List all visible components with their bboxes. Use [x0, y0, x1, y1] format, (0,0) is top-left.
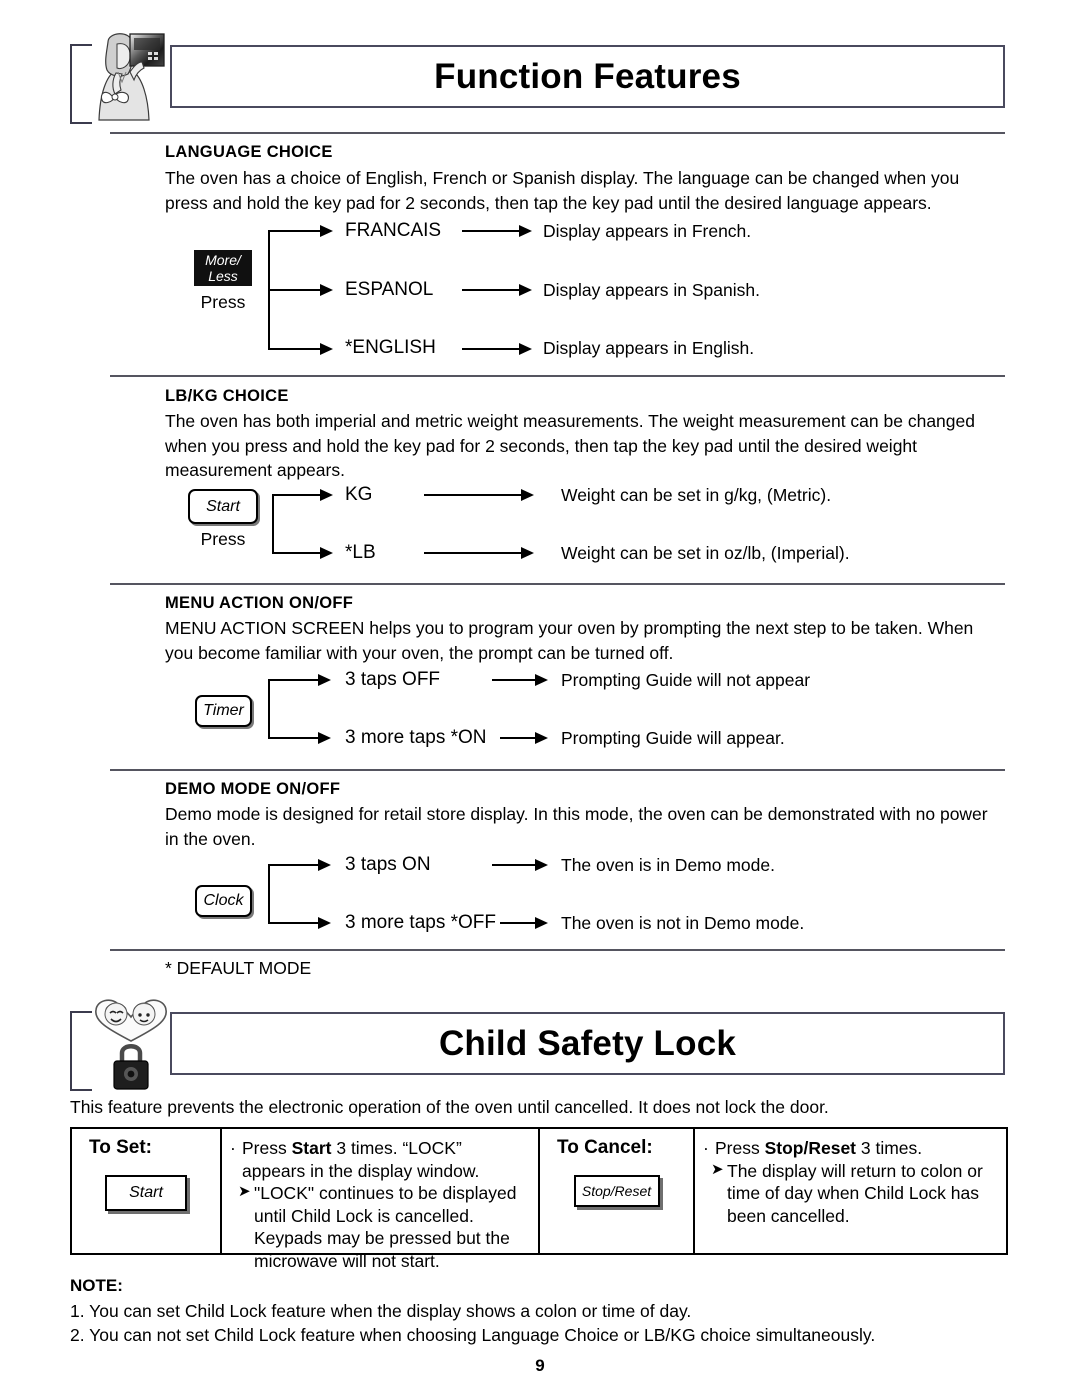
flow-result-english: Display appears in English.	[543, 338, 755, 358]
section-rule	[110, 375, 1005, 377]
to-set-sub-cont-1: until Child Lock is cancelled.	[254, 1205, 474, 1226]
keypad-more-less-line2: Less	[208, 268, 238, 284]
to-set-bullet-1: · Press Start 3 times. “LOCK”	[230, 1137, 532, 1160]
keypad-stop-reset[interactable]: Stop/Reset	[573, 1175, 660, 1207]
flow-branch	[268, 289, 302, 291]
child-lock-intro: This feature prevents the electronic ope…	[70, 1097, 829, 1117]
to-set-sub-1: ➤ "LOCK" continues to be displayed	[230, 1182, 532, 1205]
flow-option-lb: *LB	[345, 542, 376, 563]
keypad-more-less[interactable]: More/ Less	[194, 250, 252, 286]
section-body-demo-mode: Demo mode is designed for retail store d…	[165, 804, 988, 849]
flow-branch	[268, 864, 300, 866]
flow-result-espanol: Display appears in Spanish.	[543, 280, 760, 300]
keypad-clock[interactable]: Clock	[195, 885, 252, 917]
arrow-right-icon: ➤	[238, 1183, 251, 1200]
to-cancel-instructions: · Press Stop/Reset 3 times. ➤ The display …	[703, 1137, 1000, 1227]
to-set-bullet-pre: Press	[242, 1138, 292, 1158]
to-set-instructions-cell: · Press Start 3 times. “LOCK” appears in …	[222, 1129, 540, 1271]
section-rule	[110, 132, 1005, 134]
to-set-bullet-cont: appears in the display window.	[242, 1160, 480, 1181]
flow-option-espanol: ESPANOL	[345, 279, 434, 300]
keypad-more-less-line1: More/	[205, 252, 241, 268]
to-set-sub-cont-2: Keypads may be pressed but the	[254, 1228, 510, 1248]
to-set-bullet-bold: Start	[291, 1138, 332, 1158]
section-heading-language-choice: LANGUAGE CHOICE	[165, 143, 333, 161]
heart-children-padlock-illustration	[95, 999, 167, 1090]
flow-spine	[268, 864, 270, 923]
flow-branch	[268, 679, 300, 681]
flow-option-demo-off: 3 more taps *OFF	[345, 912, 496, 933]
flow-result-kg: Weight can be set in g/kg, (Metric).	[561, 485, 832, 505]
section-rule	[110, 949, 1005, 951]
to-cancel-bullet-pre: Press	[715, 1138, 765, 1158]
bullet-dot-icon: ·	[703, 1138, 709, 1158]
to-cancel-sub-1: ➤ The display will return to colon or	[703, 1160, 1000, 1183]
flow-result-more-taps-on: Prompting Guide will appear.	[561, 728, 785, 748]
to-cancel-button-wrap: Stop/Reset	[540, 1175, 693, 1207]
flow-result-lb: Weight can be set in oz/lb, (Imperial).	[561, 543, 850, 563]
flow-option-francais: FRANCAIS	[345, 220, 442, 241]
flow-branch	[268, 230, 302, 232]
to-cancel-sub-cont-2: been cancelled.	[727, 1205, 850, 1226]
to-cancel-bullet-1: · Press Stop/Reset 3 times.	[703, 1137, 1000, 1160]
flow-option-english: *ENGLISH	[345, 337, 436, 358]
to-set-sub-cont-3: microwave will not start.	[254, 1250, 440, 1271]
page-title: Function Features	[434, 57, 741, 96]
flow-option-taps-off: 3 taps OFF	[345, 669, 441, 690]
section-heading-menu-action: MENU ACTION ON/OFF	[165, 594, 354, 612]
flow-spine	[268, 679, 270, 738]
section-heading-lb-kg: LB/KG CHOICE	[165, 387, 289, 405]
default-mode-note: * DEFAULT MODE	[165, 958, 312, 978]
flow-result-francais: Display appears in French.	[543, 221, 752, 241]
bullet-dot-icon: ·	[230, 1138, 236, 1158]
to-set-button-wrap: Start	[72, 1175, 220, 1211]
flow-branch	[268, 348, 302, 350]
flow-branch	[268, 737, 300, 739]
child-lock-title: Child Safety Lock	[438, 1024, 737, 1063]
to-set-sub-text: "LOCK" continues to be displayed	[254, 1183, 517, 1203]
page-number: 9	[535, 1356, 545, 1375]
press-label-language: Press	[200, 292, 246, 312]
flow-branch	[272, 494, 302, 496]
section-body-menu-action: MENU ACTION SCREEN helps you to program …	[165, 618, 974, 663]
to-cancel-bullet-bold: Stop/Reset	[764, 1138, 857, 1158]
section-rule	[110, 583, 1005, 585]
to-cancel-bullet-post: 3 times.	[856, 1138, 923, 1158]
to-cancel-instructions-cell: · Press Stop/Reset 3 times. ➤ The display …	[695, 1129, 1006, 1253]
arrow-right-icon: ➤	[711, 1160, 724, 1178]
child-lock-table: To Set: Start · Press Start 3 times. “LOC…	[70, 1127, 1008, 1271]
keypad-timer[interactable]: Timer	[195, 695, 252, 727]
section-rule	[110, 769, 1005, 771]
to-set-bullet-post: 3 times. “LOCK”	[331, 1138, 462, 1158]
to-set-title: To Set:	[89, 1137, 152, 1158]
to-set-instructions: · Press Start 3 times. “LOCK” appears in …	[230, 1137, 532, 1272]
flow-option-demo-on: 3 taps ON	[345, 854, 431, 875]
note-item-2: 2. You can not set Child Lock feature wh…	[70, 1325, 876, 1345]
note-item-1: 1. You can set Child Lock feature when t…	[70, 1301, 692, 1321]
to-set-label-cell: To Set: Start	[72, 1129, 222, 1253]
keypad-start-lbkg[interactable]: Start	[188, 489, 258, 524]
flow-spine	[272, 494, 274, 553]
section-body-lb-kg: The oven has both imperial and metric we…	[165, 411, 975, 480]
to-cancel-title: To Cancel:	[557, 1137, 653, 1158]
to-cancel-sub-text: The display will return to colon or	[727, 1160, 983, 1181]
flow-option-kg: KG	[345, 484, 373, 505]
flow-result-demo-on: The oven is in Demo mode.	[561, 855, 775, 875]
to-cancel-label-cell: To Cancel: Stop/Reset	[540, 1129, 695, 1253]
flow-result-demo-off: The oven is not in Demo mode.	[561, 913, 805, 933]
to-cancel-sub-cont-1: time of day when Child Lock has	[727, 1183, 979, 1203]
flow-option-more-taps-on: 3 more taps *ON	[345, 727, 487, 748]
flow-branch	[272, 552, 302, 554]
woman-holding-control-panel-illustration	[98, 33, 165, 121]
keypad-start-child-lock[interactable]: Start	[105, 1175, 187, 1211]
flow-result-taps-off: Prompting Guide will not appear	[561, 670, 811, 690]
press-label-lbkg: Press	[200, 529, 246, 549]
section-body-language-choice: The oven has a choice of English, French…	[165, 168, 960, 213]
flow-branch	[268, 922, 300, 924]
note-heading: NOTE:	[70, 1276, 123, 1295]
section-heading-demo-mode: DEMO MODE ON/OFF	[165, 780, 341, 798]
